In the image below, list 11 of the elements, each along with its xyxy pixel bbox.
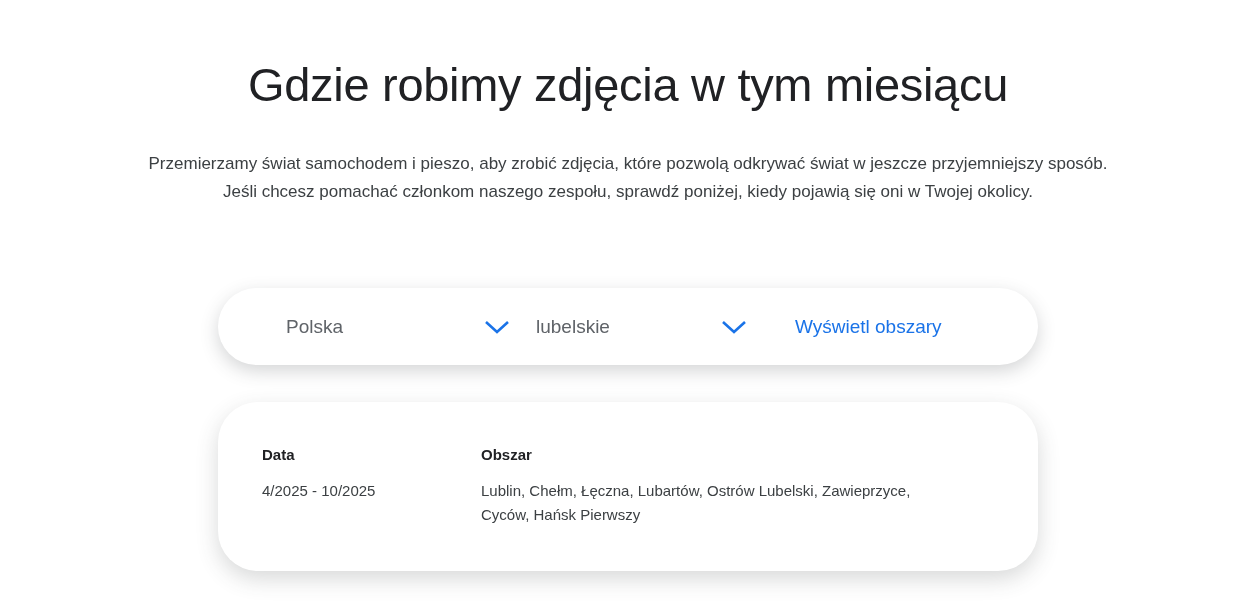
region-dropdown[interactable]: lubelskie xyxy=(536,315,747,338)
chevron-down-icon xyxy=(721,318,747,335)
chevron-down-icon xyxy=(484,318,510,335)
column-header: Obszar xyxy=(481,446,533,463)
table-cell-text: 4/2025 - 10/2025 xyxy=(262,481,377,501)
region-dropdown[interactable]: Polska xyxy=(286,315,510,338)
column-header: Data xyxy=(262,446,296,463)
table-cell-text: Lublin, Chełm, Łęczna, Lubartów, Ostrów Lubelski, Zawieprzyce, Cyców, Hańsk Pierwszy xyxy=(481,481,912,525)
show-areas-link[interactable]: Wyświetl obszary xyxy=(795,315,942,338)
page-title: Gdzie robimy zdjęcia w tym miesiącu xyxy=(248,57,1008,113)
description-text: Przemierzamy świat samochodem i pieszo, aby zrobić zdjęcia, które pozwolą odkrywać świat w jeszcze przyjemniejszy sposób. Jeśli chcesz pomachać członkom naszego zespołu, sprawdź poniżej, kiedy pojawią się oni w Twojej okolicy. xyxy=(148,153,1108,203)
